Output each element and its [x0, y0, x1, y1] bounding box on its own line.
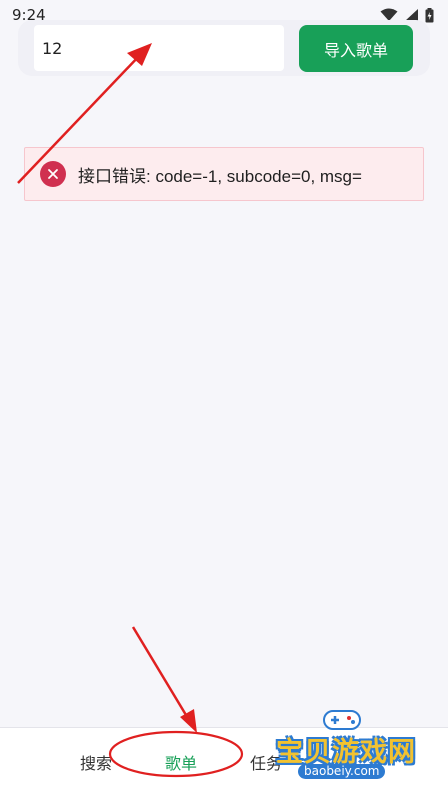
gamepad-icon — [323, 710, 361, 730]
import-playlist-button[interactable]: 导入歌单 — [299, 25, 413, 72]
error-alert: 接口错误: code=-1, subcode=0, msg= — [24, 147, 424, 201]
annotation-arrow-to-tab — [131, 626, 191, 721]
watermark: 宝贝游戏网 baobeiy.com — [276, 706, 416, 786]
annotation-overlay — [17, 43, 244, 778]
error-circle-icon — [40, 161, 66, 187]
watermark-url: baobeiy.com — [298, 764, 386, 779]
tab-playlist[interactable]: 歌单 — [165, 750, 197, 774]
error-message: 接口错误: code=-1, subcode=0, msg= — [78, 166, 362, 186]
playlist-import-card: 导入歌单 — [18, 20, 430, 76]
battery-icon — [425, 7, 434, 22]
tab-search[interactable]: 搜索 — [80, 750, 112, 774]
playlist-id-input[interactable] — [34, 25, 284, 71]
